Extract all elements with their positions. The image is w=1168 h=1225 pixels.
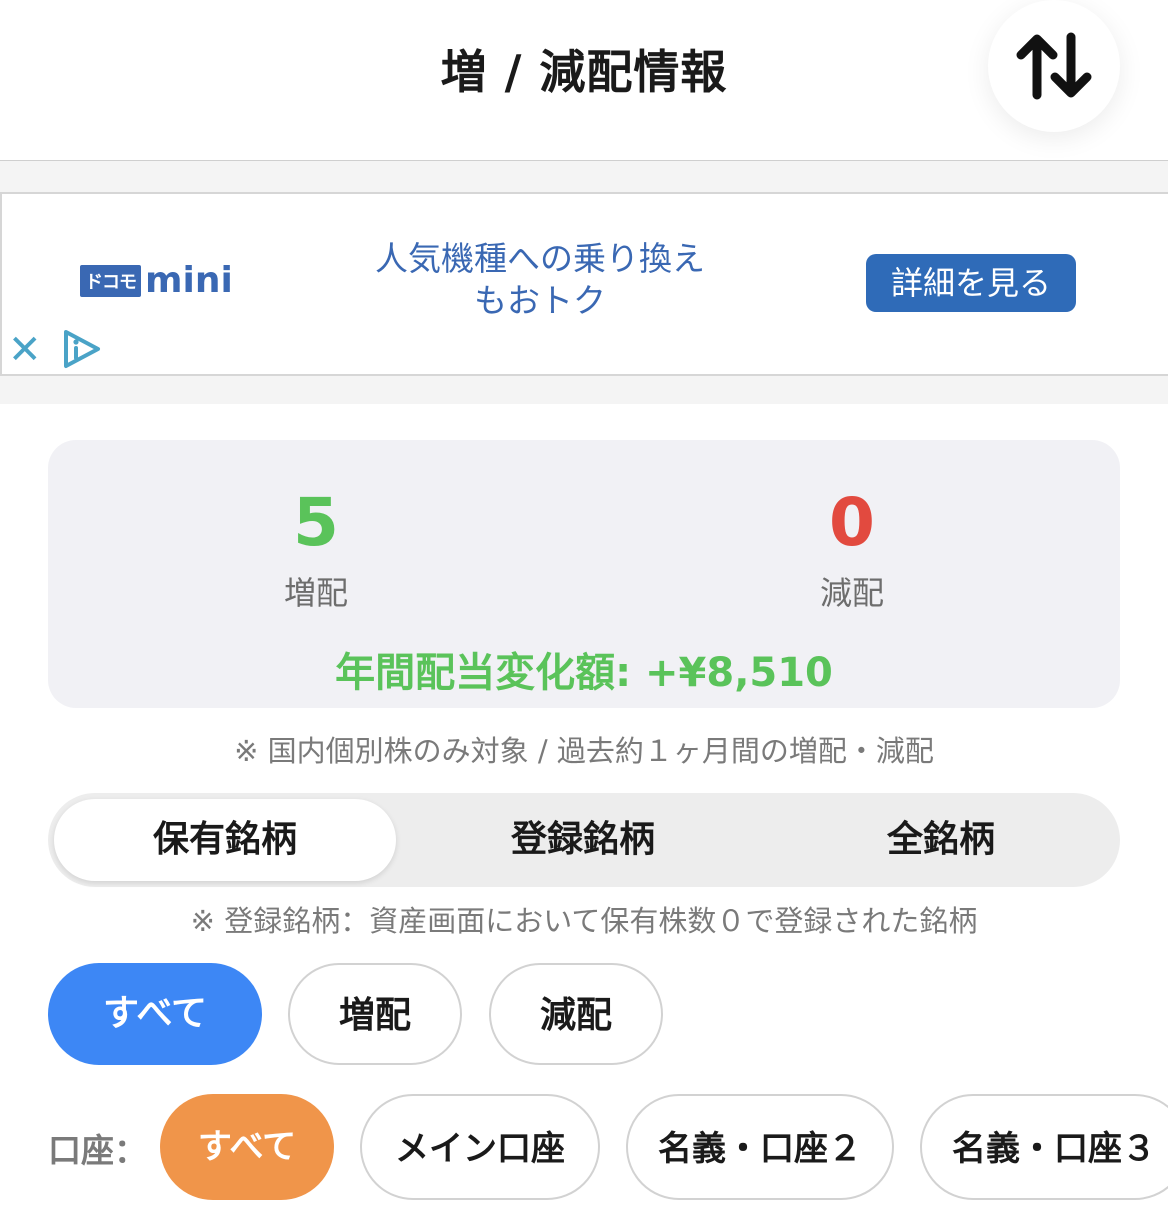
filter-increase-button[interactable]: 増配 xyxy=(288,963,462,1065)
segment-all-stocks[interactable]: 全銘柄 xyxy=(770,793,1112,887)
account-all-button[interactable]: すべて xyxy=(160,1094,334,1200)
account-label: 口座： xyxy=(48,1131,147,1170)
account-3-button[interactable]: 名義・口座３ xyxy=(920,1094,1168,1200)
increase-label: 増配 xyxy=(283,574,348,612)
ad-logo-box: ドコモ xyxy=(80,265,141,297)
account-2-button[interactable]: 名義・口座２ xyxy=(626,1094,894,1200)
account-main-button[interactable]: メイン口座 xyxy=(360,1094,600,1200)
increase-count: 5 xyxy=(293,484,339,561)
ad-copy-line2: もおトク xyxy=(474,281,606,320)
ad-choices-icon[interactable] xyxy=(60,328,102,370)
ad-copy: 人気機種への乗り換え もおトク xyxy=(330,238,750,322)
sort-button[interactable] xyxy=(988,0,1120,132)
decrease-label: 減配 xyxy=(819,574,884,612)
close-icon[interactable]: ✕ xyxy=(8,330,42,370)
registered-note: ※ 登録銘柄：資産画面において保有株数０で登録された銘柄 xyxy=(190,904,978,938)
filter-decrease-button[interactable]: 減配 xyxy=(489,963,663,1065)
ad-logo-text: mini xyxy=(145,260,233,301)
filter-all-button[interactable]: すべて xyxy=(48,963,262,1065)
decrease-count: 0 xyxy=(829,484,875,561)
segment-registered[interactable]: 登録銘柄 xyxy=(412,793,754,887)
ad-logo: ドコモ mini xyxy=(80,263,233,299)
ad-copy-line1: 人気機種への乗り換え xyxy=(375,239,705,278)
ad-details-button[interactable]: 詳細を見る xyxy=(866,254,1076,312)
up-down-arrows-icon xyxy=(1016,32,1092,100)
annual-dividend-change: 年間配当変化額: +¥8,510 xyxy=(335,650,833,696)
scope-note: ※ 国内個別株のみ対象 / 過去約１ヶ月間の増配・減配 xyxy=(234,734,934,768)
segment-holdings[interactable]: 保有銘柄 xyxy=(54,793,396,887)
